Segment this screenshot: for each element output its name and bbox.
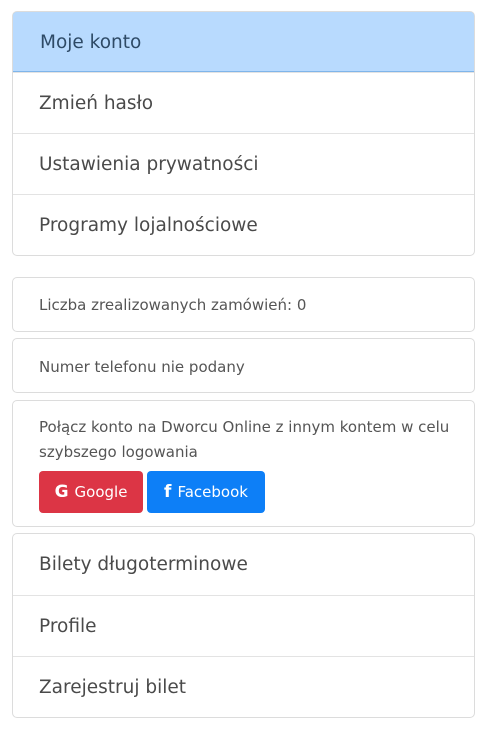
menu-item-bilety-dlugoterminowe[interactable]: Bilety długoterminowe bbox=[13, 534, 474, 595]
phone-status-text: Numer telefonu nie podany bbox=[39, 358, 245, 376]
menu-item-profile[interactable]: Profile bbox=[13, 595, 474, 656]
google-button-label: Google bbox=[74, 483, 128, 501]
orders-count-text: Liczba zrealizowanych zamówień: 0 bbox=[39, 296, 307, 314]
facebook-icon: f bbox=[164, 482, 172, 502]
link-accounts-text: Połącz konto na Dworcu Online z innym ko… bbox=[39, 418, 450, 461]
menu-item-ustawienia-prywatnosci[interactable]: Ustawienia prywatności bbox=[13, 133, 474, 194]
menu-item-moje-konto[interactable]: Moje konto bbox=[13, 12, 474, 72]
menu-item-zmien-haslo[interactable]: Zmień hasło bbox=[13, 72, 474, 133]
orders-count-card: Liczba zrealizowanych zamówień: 0 bbox=[12, 277, 475, 332]
facebook-login-button[interactable]: f Facebook bbox=[147, 471, 265, 513]
phone-card: Numer telefonu nie podany bbox=[12, 338, 475, 393]
account-menu: Moje konto Zmień hasło Ustawienia prywat… bbox=[12, 11, 475, 256]
menu-item-programy-lojalnosciowe[interactable]: Programy lojalnościowe bbox=[13, 194, 474, 255]
link-accounts-card: Połącz konto na Dworcu Online z innym ko… bbox=[12, 400, 475, 527]
tickets-menu: Bilety długoterminowe Profile Zarejestru… bbox=[12, 533, 475, 718]
menu-item-zarejestruj-bilet[interactable]: Zarejestruj bilet bbox=[13, 656, 474, 717]
facebook-button-label: Facebook bbox=[177, 483, 248, 501]
google-login-button[interactable]: G Google bbox=[39, 471, 143, 513]
google-icon: G bbox=[54, 482, 69, 502]
